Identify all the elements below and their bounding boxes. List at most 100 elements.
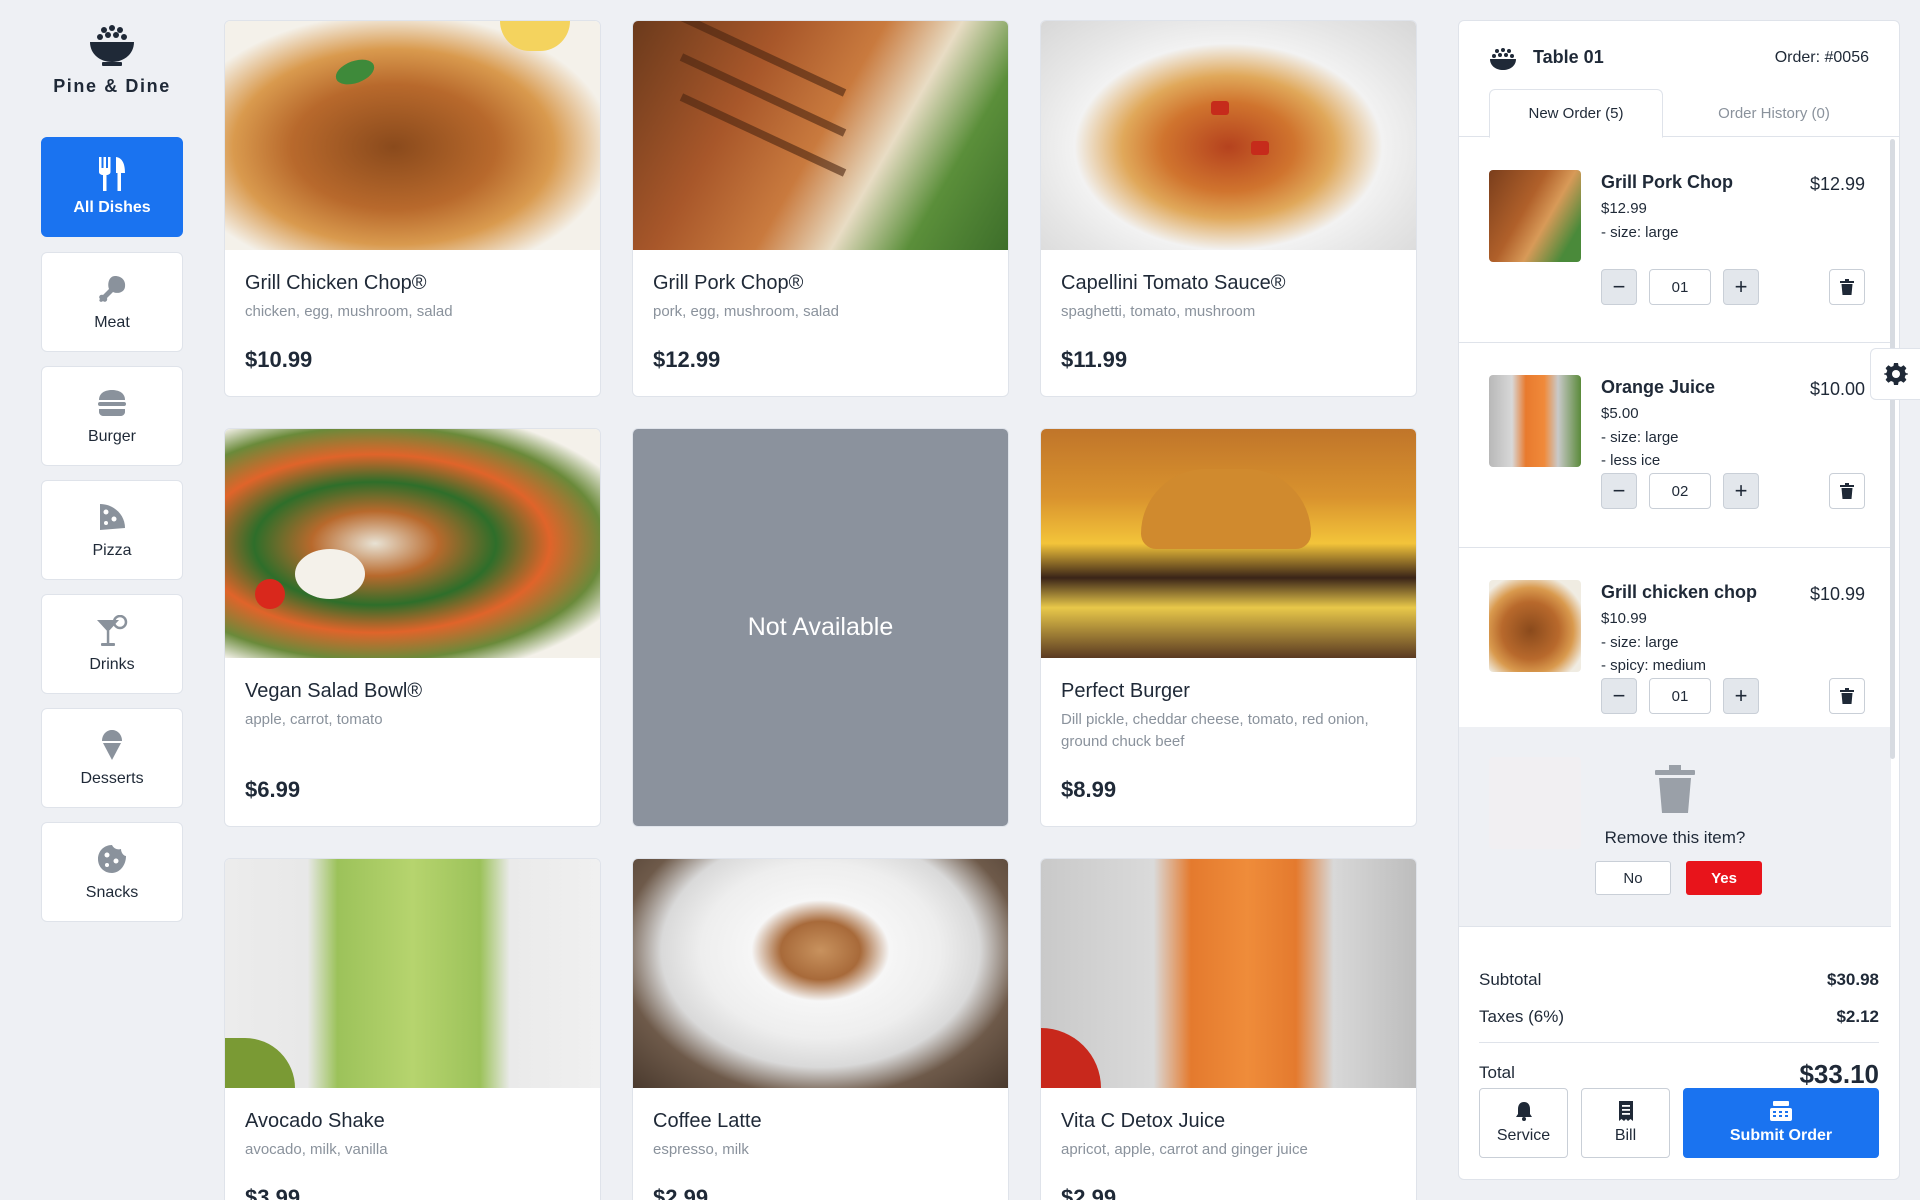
quantity-field[interactable]: 01 xyxy=(1649,269,1711,305)
cancel-remove-button[interactable]: No xyxy=(1595,861,1671,895)
decrease-qty-button[interactable]: − xyxy=(1601,473,1637,509)
menu-card[interactable]: Capellini Tomato Sauce® spaghetti, tomat… xyxy=(1040,20,1417,397)
order-item-modifier: - size: large xyxy=(1601,429,1679,446)
cash-register-icon xyxy=(1770,1101,1792,1121)
quantity-field[interactable]: 01 xyxy=(1649,678,1711,714)
increase-qty-button[interactable]: + xyxy=(1723,473,1759,509)
dish-price: $2.99 xyxy=(653,1185,709,1200)
table-name: Table 01 xyxy=(1533,47,1604,67)
category-all-dishes[interactable]: All Dishes xyxy=(41,137,183,237)
menu-card[interactable]: Grill Pork Chop® pork, egg, mushroom, sa… xyxy=(632,20,1009,397)
category-label: Burger xyxy=(87,428,137,445)
menu-card[interactable]: Vita C Detox Juice apricot, apple, carro… xyxy=(1040,858,1417,1200)
confirm-remove-button[interactable]: Yes xyxy=(1686,861,1762,895)
settings-button[interactable] xyxy=(1870,348,1920,400)
brand: Pine & Dine xyxy=(40,24,184,97)
category-label: Drinks xyxy=(89,656,135,673)
dish-ingredients: espresso, milk xyxy=(653,1141,749,1158)
tax-label: Taxes (6%) xyxy=(1479,1007,1565,1026)
trash-icon xyxy=(1840,688,1854,704)
dish-price: $2.99 xyxy=(1061,1185,1117,1200)
increase-qty-button[interactable]: + xyxy=(1723,269,1759,305)
category-pizza[interactable]: Pizza xyxy=(41,480,183,580)
dish-price: $11.99 xyxy=(1061,347,1128,372)
order-item: Grill chicken chop $10.99 $10.99 - size:… xyxy=(1459,548,1891,753)
rice-bowl-icon xyxy=(90,25,134,66)
order-item-image xyxy=(1489,375,1581,467)
bill-label: Bill xyxy=(1614,1127,1637,1144)
dish-image xyxy=(1041,21,1416,250)
dish-price: $8.99 xyxy=(1061,777,1117,802)
category-snacks[interactable]: Snacks xyxy=(41,822,183,922)
service-button[interactable]: Service xyxy=(1479,1088,1568,1158)
category-drinks[interactable]: Drinks xyxy=(41,594,183,694)
category-label: Snacks xyxy=(85,884,139,901)
category-meat[interactable]: Meat xyxy=(41,252,183,352)
dish-ingredients: spaghetti, tomato, mushroom xyxy=(1061,303,1256,320)
delete-item-button[interactable] xyxy=(1829,269,1865,305)
order-item-unit-price: $10.99 xyxy=(1601,610,1647,627)
not-available-overlay: Not Available xyxy=(633,429,1008,826)
delete-item-button[interactable] xyxy=(1829,473,1865,509)
bell-icon xyxy=(1515,1102,1532,1121)
order-item-modifier: - less ice xyxy=(1601,452,1661,469)
order-item-total: $10.00 xyxy=(1809,379,1865,399)
decrease-qty-button[interactable]: − xyxy=(1601,269,1637,305)
dish-image xyxy=(1041,859,1416,1088)
bill-button[interactable]: Bill xyxy=(1581,1088,1670,1158)
category-desserts[interactable]: Desserts xyxy=(41,708,183,808)
menu-card[interactable]: Vegan Salad Bowl® apple, carrot, tomato … xyxy=(224,428,601,827)
dish-ingredients: chicken, egg, mushroom, salad xyxy=(245,303,453,320)
dish-name: Grill Chicken Chop® xyxy=(245,272,427,294)
menu-card[interactable]: Avocado Shake avocado, milk, vanilla $3.… xyxy=(224,858,601,1200)
service-label: Service xyxy=(1496,1127,1551,1144)
dish-name: Grill Pork Chop® xyxy=(653,272,804,294)
menu-card[interactable]: Grill Chicken Chop® chicken, egg, mushro… xyxy=(224,20,601,397)
order-tabs: New Order (5) Order History (0) xyxy=(1459,89,1899,138)
dish-name: Vegan Salad Bowl® xyxy=(245,680,423,702)
order-item-modifier: - spicy: medium xyxy=(1601,657,1707,674)
trash-icon xyxy=(1840,279,1854,295)
menu-card[interactable]: Perfect Burger Dill pickle, cheddar chee… xyxy=(1040,428,1417,827)
trash-icon xyxy=(1840,483,1854,499)
increase-qty-button[interactable]: + xyxy=(1723,678,1759,714)
divider xyxy=(1479,1042,1879,1043)
menu-card[interactable]: Coffee Latte espresso, milk $2.99 xyxy=(632,858,1009,1200)
order-item-name: Orange Juice xyxy=(1601,377,1716,397)
category-label: All Dishes xyxy=(73,199,151,216)
order-item-name: Grill Pork Chop xyxy=(1601,172,1734,192)
submit-order-button[interactable]: Submit Order xyxy=(1683,1088,1879,1158)
dish-price: $3.99 xyxy=(245,1185,301,1200)
order-item-modifier: - size: large xyxy=(1601,224,1679,241)
tab-order-history[interactable]: Order History (0) xyxy=(1674,89,1874,137)
order-item-image xyxy=(1489,170,1581,262)
dish-ingredients: Dill pickle, cheddar cheese, tomato, red… xyxy=(1061,711,1369,750)
dish-price: $6.99 xyxy=(245,777,301,802)
ice-cream-icon xyxy=(99,728,125,762)
menu-card-unavailable: Not Available xyxy=(632,428,1009,827)
dish-image xyxy=(1041,429,1416,658)
order-item-image xyxy=(1489,580,1581,672)
order-panel: Table 01 Order: #0056 New Order (5) Orde… xyxy=(1458,20,1900,1180)
total-value: $33.10 xyxy=(1799,1059,1879,1089)
tab-new-order[interactable]: New Order (5) xyxy=(1489,89,1663,138)
subtotal-value: $30.98 xyxy=(1827,970,1879,989)
order-number: Order: #0056 xyxy=(1774,49,1869,66)
quantity-field[interactable]: 02 xyxy=(1649,473,1711,509)
dish-image xyxy=(225,859,600,1088)
dish-ingredients: pork, egg, mushroom, salad xyxy=(653,303,839,320)
order-list-scrollbar[interactable] xyxy=(1890,139,1895,759)
pizza-icon xyxy=(97,500,127,534)
category-label: Desserts xyxy=(80,770,144,787)
delete-item-button[interactable] xyxy=(1829,678,1865,714)
dish-price: $12.99 xyxy=(653,347,721,372)
gear-icon xyxy=(1883,363,1908,385)
decrease-qty-button[interactable]: − xyxy=(1601,678,1637,714)
category-burger[interactable]: Burger xyxy=(41,366,183,466)
order-header: Table 01 Order: #0056 xyxy=(1489,45,1869,75)
brand-name: Pine & Dine xyxy=(53,76,171,96)
submit-order-label: Submit Order xyxy=(1729,1127,1833,1144)
remove-item-confirmation: Remove this item? No Yes xyxy=(1459,727,1891,927)
dish-name: Avocado Shake xyxy=(245,1110,385,1132)
dish-price: $10.99 xyxy=(245,347,313,372)
